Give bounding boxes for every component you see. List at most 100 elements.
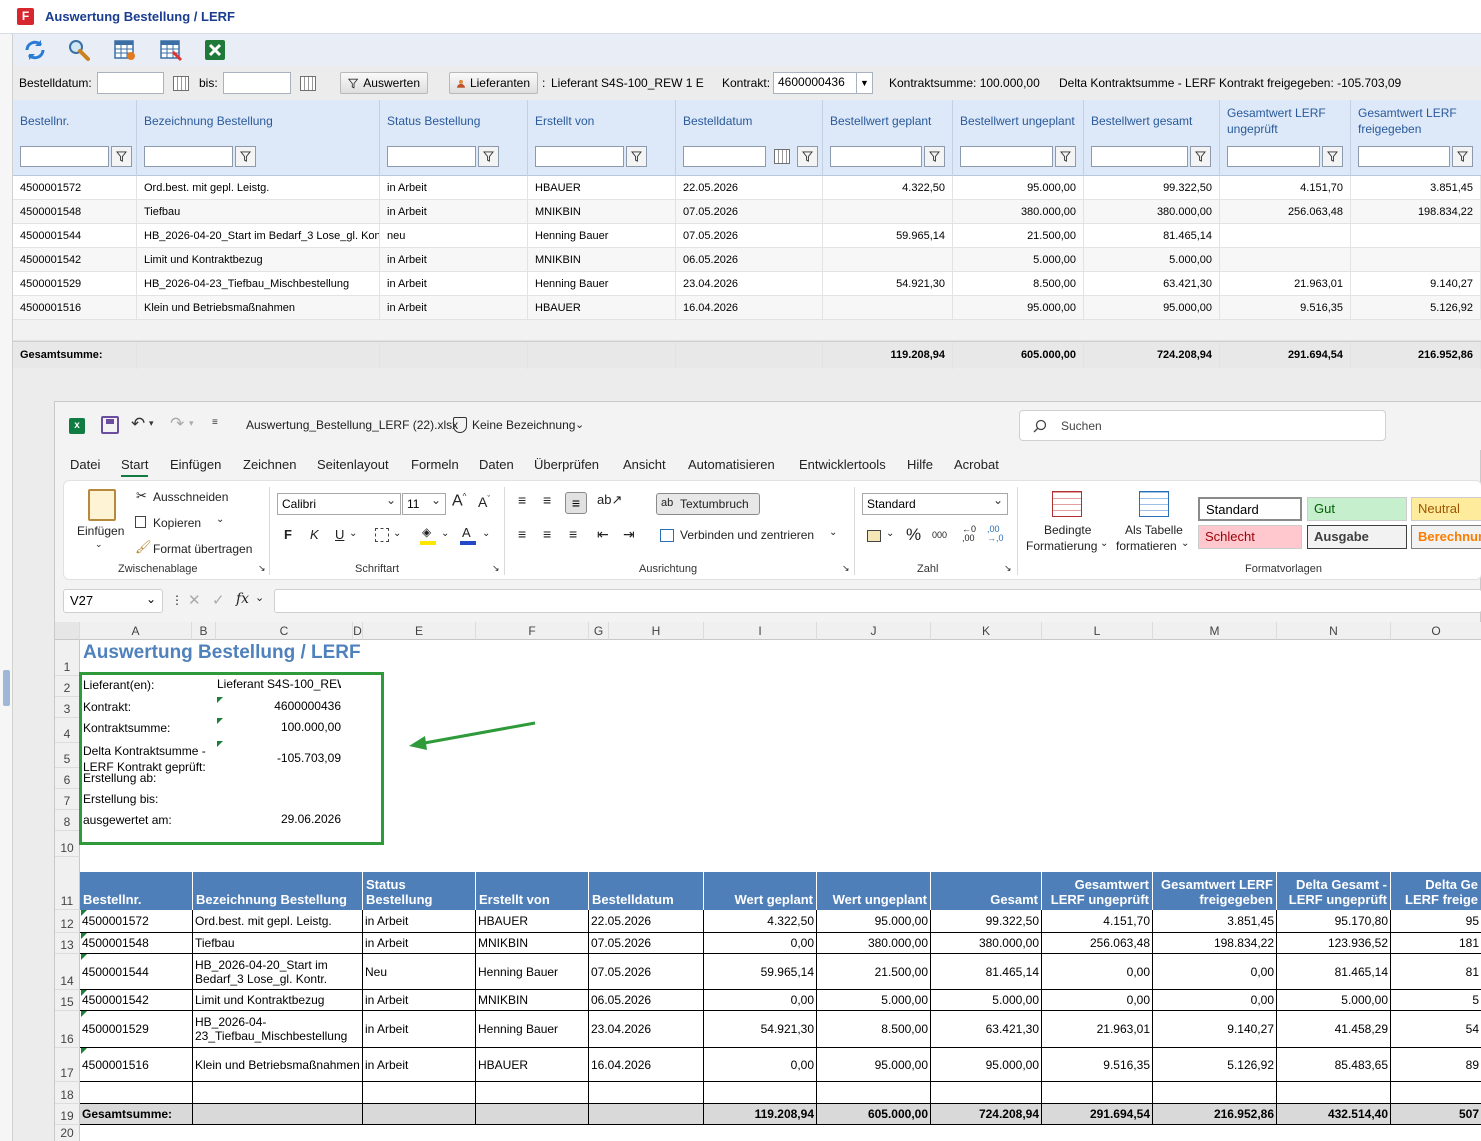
dialog-launcher-icon[interactable]: ↘ (842, 563, 850, 574)
column-header[interactable]: O (1391, 622, 1481, 640)
cancel-icon[interactable]: ✕ (188, 591, 201, 609)
row-header[interactable]: 18 (55, 1082, 80, 1104)
table-cell[interactable]: 06.05.2026 (589, 990, 704, 1011)
column-header[interactable]: A (80, 622, 192, 640)
grid-col-gesamt[interactable]: Bestellwert gesamt (1084, 100, 1220, 176)
table-cell[interactable]: 123.936,52 (1277, 933, 1391, 954)
table-cell[interactable]: 0,00 (1042, 954, 1153, 990)
table-cell[interactable]: 198.834,22 (1153, 933, 1277, 954)
enter-icon[interactable]: ✓ (212, 591, 225, 609)
table-cell[interactable]: 07.05.2026 (589, 933, 704, 954)
grid-col-lerf-freigegeben[interactable]: Gesamtwert LERF freigegeben (1351, 100, 1481, 176)
grid-col-status[interactable]: Status Bestellung (380, 100, 528, 176)
underline-button[interactable]: U (335, 527, 344, 542)
customize-qat-icon[interactable]: ≡ (212, 417, 218, 428)
format-as-table-label-2[interactable]: formatieren (1116, 539, 1177, 553)
table-export-icon[interactable] (158, 37, 184, 63)
table-cell[interactable]: 23.04.2026 (589, 1011, 704, 1048)
table-cell[interactable]: MNIKBIN (476, 990, 589, 1011)
row-header[interactable]: 10 (55, 831, 80, 857)
font-color-icon[interactable]: A (462, 525, 471, 540)
merge-center-icon[interactable] (660, 529, 674, 542)
table-cell[interactable]: HB_2026-04-23_Tiefbau_Mischbestellung (193, 1011, 363, 1048)
column-header[interactable]: D (353, 622, 363, 640)
font-family-select[interactable]: Calibri (277, 490, 401, 515)
table-settings-icon[interactable] (112, 37, 138, 63)
empty-cell[interactable] (931, 1082, 1042, 1104)
insert-function-icon[interactable]: fx (236, 591, 249, 607)
grid-row[interactable]: 4500001544 HB_2026-04-20_Start im Bedarf_… (13, 224, 1481, 248)
menu-seitenlayout[interactable]: Seitenlayout (317, 457, 389, 472)
empty-cell[interactable] (476, 1082, 589, 1104)
grid-col-bestellnr[interactable]: Bestellnr. (13, 100, 137, 176)
grid-col-bezeichnung[interactable]: Bezeichnung Bestellung (137, 100, 380, 176)
align-right-icon[interactable]: ≡ (569, 526, 577, 542)
panel-splitter-handle[interactable] (3, 670, 10, 706)
grid-filter-input[interactable] (20, 146, 109, 167)
style-gut[interactable]: Gut (1307, 497, 1407, 521)
merge-center-label[interactable]: Verbinden und zentrieren (680, 528, 814, 542)
redo-icon[interactable]: ↷ (170, 414, 184, 434)
row-header[interactable]: 13 (55, 933, 80, 954)
table-cell[interactable]: 63.421,30 (931, 1011, 1042, 1048)
grid-col-erstellt[interactable]: Erstellt von (528, 100, 676, 176)
chevron-down-icon[interactable]: ⌄ (575, 418, 584, 431)
menu-datei[interactable]: Datei (70, 457, 100, 472)
table-cell[interactable]: HBAUER (476, 1048, 589, 1082)
conditional-formatting-label-2[interactable]: Formatierung (1026, 539, 1097, 553)
grid-col-bestelldatum[interactable]: Bestelldatum (676, 100, 823, 176)
empty-cell[interactable] (1277, 1082, 1391, 1104)
sum-cell[interactable] (589, 1104, 704, 1125)
table-cell[interactable]: 81.465,14 (931, 954, 1042, 990)
table-cell[interactable]: Henning Bauer (476, 1011, 589, 1048)
style-standard[interactable]: Standard (1198, 497, 1302, 521)
style-schlecht[interactable]: Schlecht (1198, 525, 1302, 549)
conditional-formatting-label-1[interactable]: Bedingte (1044, 523, 1091, 537)
grid-col-ungeplant[interactable]: Bestellwert ungeplant (953, 100, 1084, 176)
row-header[interactable]: 3 (55, 697, 80, 718)
sum-cell[interactable] (363, 1104, 476, 1125)
table-cell[interactable]: 21.963,01 (1042, 1011, 1153, 1048)
table-cell[interactable]: 81 (1391, 954, 1481, 990)
filter-icon[interactable] (797, 146, 818, 167)
row-header[interactable]: 4 (55, 718, 80, 743)
table-cell[interactable]: 0,00 (1153, 954, 1277, 990)
menu-formeln[interactable]: Formeln (411, 457, 459, 472)
table-cell[interactable]: in Arbeit (363, 990, 476, 1011)
sum-cell[interactable]: 119.208,94 (704, 1104, 817, 1125)
menu-ueberpruefen[interactable]: Überprüfen (534, 457, 599, 472)
column-header[interactable]: L (1042, 622, 1153, 640)
font-shrink-icon[interactable]: Aˇ (478, 494, 490, 510)
table-cell[interactable]: 95.170,80 (1277, 910, 1391, 933)
grid-filter-input[interactable] (535, 146, 624, 167)
table-cell[interactable]: Neu (363, 954, 476, 990)
style-berechnung[interactable]: Berechnun (1411, 525, 1481, 549)
table-cell[interactable]: 16.04.2026 (589, 1048, 704, 1082)
row-header[interactable]: 20 (55, 1125, 80, 1141)
table-cell[interactable]: in Arbeit (363, 933, 476, 954)
sum-cell[interactable]: 216.952,86 (1153, 1104, 1277, 1125)
conditional-dropdown-icon[interactable]: ⌄ (1100, 538, 1108, 549)
menu-automatisieren[interactable]: Automatisieren (688, 457, 775, 472)
table-cell[interactable]: 85.483,65 (1277, 1048, 1391, 1082)
decrease-indent-icon[interactable]: ⇤ (597, 526, 609, 543)
column-header[interactable]: J (817, 622, 931, 640)
fill-bucket-icon[interactable]: ◈ (422, 525, 431, 539)
row-header[interactable]: 12 (55, 910, 80, 933)
table-cell[interactable]: 4.151,70 (1042, 910, 1153, 933)
table-cell[interactable]: 9.140,27 (1153, 1011, 1277, 1048)
column-header[interactable]: M (1153, 622, 1277, 640)
grid-filter-input[interactable] (830, 146, 922, 167)
number-format-select[interactable]: Standard (862, 490, 1008, 515)
row-header[interactable]: 16 (55, 1011, 80, 1048)
column-header[interactable]: K (931, 622, 1042, 640)
format-as-table-icon[interactable] (1139, 491, 1169, 517)
grid-row[interactable]: 4500001529 HB_2026-04-23_Tiefbau_Mischbes… (13, 272, 1481, 296)
column-header[interactable]: G (589, 622, 609, 640)
row-header[interactable]: 1 (55, 640, 80, 676)
empty-cell[interactable] (589, 1082, 704, 1104)
lieferanten-button[interactable]: Lieferanten (449, 72, 538, 94)
table-cell[interactable]: 54.921,30 (704, 1011, 817, 1048)
undo-icon[interactable]: ↶ (131, 414, 145, 434)
sensitivity-shield-icon[interactable] (453, 417, 467, 433)
